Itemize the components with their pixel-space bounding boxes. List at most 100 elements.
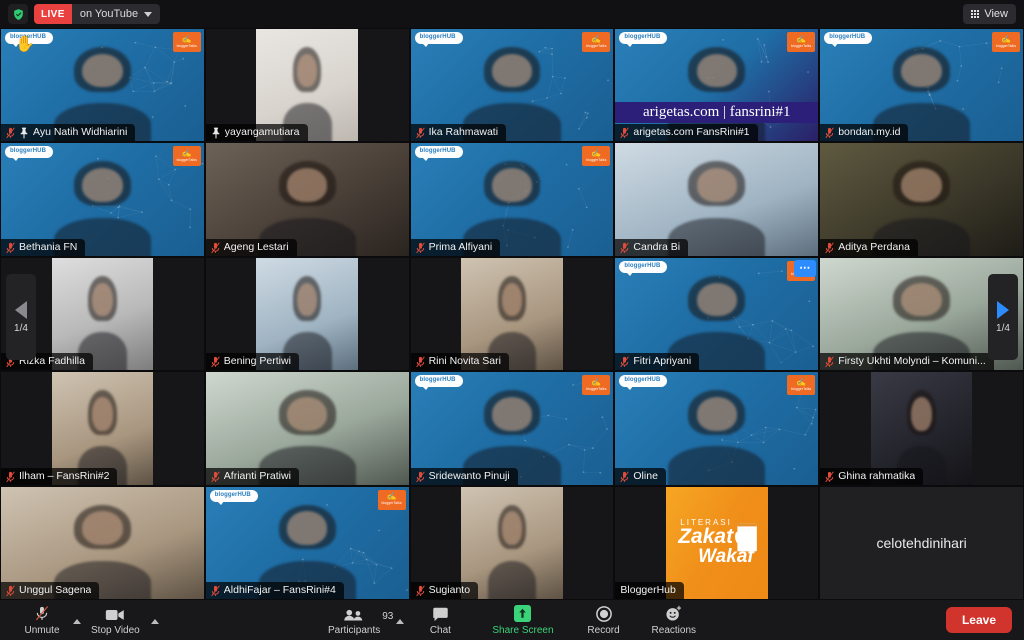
- participant-tile[interactable]: LITERASI Zakat Wakaf BloggerHub: [615, 487, 818, 599]
- record-button[interactable]: Record: [576, 600, 632, 640]
- participant-name-bar: Firsty Ukhti Molyndi – Komuni...: [820, 353, 994, 370]
- participant-tile[interactable]: bloggerHUB ✍ bloggerTalks AldhiFajar – Fan…: [206, 487, 409, 599]
- chevron-down-icon[interactable]: [144, 12, 152, 17]
- participant-name-bar: arigetas.com FansRini#1: [615, 124, 757, 141]
- chat-button[interactable]: Chat: [412, 600, 468, 640]
- participant-tile[interactable]: bloggerHUB✍bloggerTalks⋯ Fitri Apriyani: [615, 258, 818, 370]
- participant-tile[interactable]: Aditya Perdana: [820, 143, 1023, 255]
- view-button[interactable]: View: [963, 4, 1016, 24]
- participant-name: Prima Alfiyani: [429, 241, 493, 253]
- participant-tile[interactable]: Rini Novita Sari: [411, 258, 614, 370]
- previous-page-button[interactable]: 1/4: [6, 274, 36, 360]
- tile-more-options-button[interactable]: ⋯: [794, 260, 816, 277]
- unmute-button[interactable]: Unmute: [14, 600, 70, 640]
- participant-name-bar: Ageng Lestari: [206, 239, 297, 256]
- participant-tile[interactable]: celotehdinihari: [820, 487, 1023, 599]
- participants-chevron-icon[interactable]: [396, 619, 404, 624]
- participant-tile[interactable]: Ghina rahmatika: [820, 372, 1023, 484]
- participant-tile[interactable]: bloggerHUB ✍ bloggerTalks Ika Rahmawati: [411, 29, 614, 141]
- participant-tile[interactable]: bloggerHUB ✍ bloggerTalks ✋ Ayu Natih Widhi…: [1, 29, 204, 141]
- participant-name-placeholder: celotehdinihari: [820, 487, 1023, 599]
- overlay-banner: arigetas.com | fansrini#1: [615, 102, 818, 123]
- bloggerhub-logo: bloggerHUB: [619, 261, 667, 273]
- chat-label: Chat: [430, 625, 451, 636]
- participant-tile[interactable]: Sugianto: [411, 487, 614, 599]
- participant-name: Ayu Natih Widhiarini: [33, 126, 127, 138]
- leave-button[interactable]: Leave: [946, 607, 1012, 633]
- participant-tile[interactable]: Unggul Sagena: [1, 487, 204, 599]
- participant-name-bar: Afrianti Pratiwi: [206, 468, 299, 485]
- live-stream-indicator[interactable]: LIVE on YouTube: [8, 4, 160, 24]
- participant-name-bar: Unggul Sagena: [1, 582, 99, 599]
- participants-label: Participants: [328, 625, 380, 636]
- participant-tile[interactable]: bloggerHUB ✍ bloggerTalks Oline: [615, 372, 818, 484]
- next-page-label: 1/4: [996, 323, 1010, 334]
- video-camera-icon: [105, 605, 125, 622]
- pin-icon: [19, 126, 29, 138]
- participant-tile[interactable]: yayangamutiara: [206, 29, 409, 141]
- participant-name: Aditya Perdana: [838, 241, 910, 253]
- meeting-toolbar: Unmute Stop Video Participants 93 Chat S…: [0, 600, 1024, 640]
- microphone-muted-icon: [6, 470, 15, 482]
- bloggerhub-logo: bloggerHUB: [5, 146, 53, 158]
- participant-tile[interactable]: bloggerHUB ✍ bloggerTalks bondan.my.id: [820, 29, 1023, 141]
- participant-name-bar: yayangamutiara: [206, 124, 308, 141]
- microphone-muted-icon: [825, 126, 834, 138]
- video-options-chevron-icon[interactable]: [151, 619, 159, 624]
- participant-name: AldhiFajar – FansRini#4: [224, 584, 336, 596]
- participant-tile[interactable]: bloggerHUB ✍ bloggerTalks Prima Alfiyani: [411, 143, 614, 255]
- participant-tile[interactable]: arigetas.com | fansrini#1 bloggerHUB ✍ blog…: [615, 29, 818, 141]
- participant-tile[interactable]: Ageng Lestari: [206, 143, 409, 255]
- participant-name: Bening Pertiwi: [224, 355, 291, 367]
- audio-options-chevron-icon[interactable]: [73, 619, 81, 624]
- bloggertalk-badge: ✍bloggerTalks: [173, 32, 201, 52]
- participant-name-bar: Sridewanto Pinuji: [411, 468, 518, 485]
- participant-name: Rini Novita Sari: [429, 355, 501, 367]
- stop-video-button[interactable]: Stop Video: [83, 600, 148, 640]
- participant-name: BloggerHub: [620, 584, 675, 596]
- view-button-label: View: [984, 8, 1008, 20]
- participant-name: Candra Bi: [633, 241, 680, 253]
- share-screen-button[interactable]: Share Screen: [484, 600, 561, 640]
- participants-button[interactable]: Participants: [320, 600, 388, 640]
- microphone-muted-icon: [416, 241, 425, 253]
- participant-tile[interactable]: bloggerHUB ✍ bloggerTalks Sridewanto Pinuj…: [411, 372, 614, 484]
- chevron-right-icon: [997, 301, 1009, 319]
- reactions-button[interactable]: Reactions: [644, 600, 704, 640]
- participant-name: Bethania FN: [19, 241, 77, 253]
- microphone-muted-icon: [416, 126, 425, 138]
- unmute-label: Unmute: [24, 625, 59, 636]
- participant-name-bar: Sugianto: [411, 582, 478, 599]
- participant-tile[interactable]: Bening Pertiwi: [206, 258, 409, 370]
- bloggertalk-badge: ✍bloggerTalks: [787, 375, 815, 395]
- chevron-left-icon: [15, 301, 27, 319]
- participant-tile[interactable]: Afrianti Pratiwi: [206, 372, 409, 484]
- record-label: Record: [587, 625, 619, 636]
- microphone-muted-icon: [416, 470, 425, 482]
- bloggerhub-logo: bloggerHUB: [619, 32, 667, 44]
- participant-name: Oline: [633, 470, 658, 482]
- participant-name: Sugianto: [429, 584, 470, 596]
- participant-tile[interactable]: bloggerHUB ✍ bloggerTalks Bethania FN: [1, 143, 204, 255]
- people-icon: [343, 605, 365, 622]
- participant-name-bar: Ika Rahmawati: [411, 124, 506, 141]
- participant-tile[interactable]: Ilham – FansRini#2: [1, 372, 204, 484]
- microphone-muted-icon: [416, 355, 425, 367]
- participant-name-bar: Bening Pertiwi: [206, 353, 299, 370]
- microphone-muted-icon: [6, 584, 15, 596]
- gallery-row: bloggerHUB ✍ bloggerTalks ✋ Ayu Natih Widhi…: [0, 28, 1024, 142]
- stop-video-label: Stop Video: [91, 625, 140, 636]
- gallery-row: Unggul Sagena bloggerHUB ✍ bloggerTalks Al…: [0, 486, 1024, 600]
- microphone-muted-icon: [211, 584, 220, 596]
- participant-name: Sridewanto Pinuji: [429, 470, 510, 482]
- bloggertalk-badge: ✍bloggerTalks: [582, 146, 610, 166]
- raise-hand-icon: ✋: [15, 37, 35, 53]
- participant-tile[interactable]: Candra Bi: [615, 143, 818, 255]
- bloggertalk-badge: ✍bloggerTalks: [992, 32, 1020, 52]
- smiley-reactions-icon: [665, 605, 682, 622]
- participant-name: Unggul Sagena: [19, 584, 91, 596]
- bloggerhub-logo: bloggerHUB: [415, 146, 463, 158]
- next-page-button[interactable]: 1/4: [988, 274, 1018, 360]
- participant-name-bar: Ayu Natih Widhiarini: [1, 124, 135, 141]
- bloggerhub-logo: bloggerHUB: [619, 375, 667, 387]
